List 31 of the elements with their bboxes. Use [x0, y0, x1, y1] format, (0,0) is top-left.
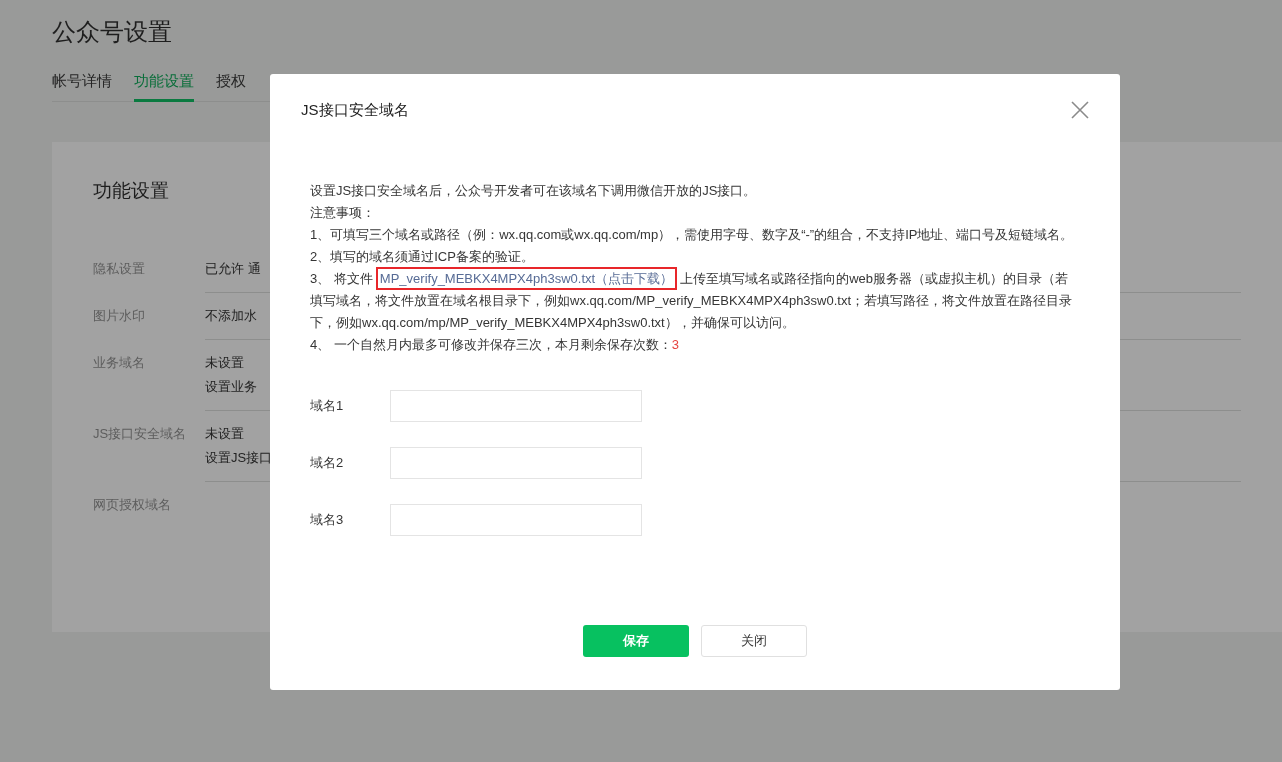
notes-heading: 注意事项：	[310, 204, 376, 222]
note-text: 4、 一个自然月内最多可修改并保存三次，本月剩余保存次数：3	[310, 336, 681, 354]
domain-input[interactable]	[390, 447, 642, 479]
setting-value: 不添加水	[205, 307, 257, 325]
setting-value: 未设置	[205, 354, 244, 372]
note-text: 3、 将文件 MP_verify_MEBKX4MPX4ph3sw0.txt（点击下载） 上传至填写域名或路径指向的web服务器（或虚拟主机）的目录（若填写域名，将文件放置在域名根目录下，例如wx.qq.com/MP_verify_MEBKX4MPX4ph3sw0.txt；若填写路径，将文件放置在路径目录下，例如wx.qq.com/mp/MP_verify_MEBKX4MPX4ph3sw0.txt），并确保可以访问。	[310, 268, 1080, 334]
tab[interactable]: 帐号详情	[52, 72, 112, 102]
setting-value: 已允许 通	[205, 260, 261, 278]
setting-label: 网页授权域名	[93, 496, 171, 514]
setting-label: JS接口安全域名	[93, 425, 187, 443]
domain-input[interactable]	[390, 390, 642, 422]
page-title: 公众号设置	[52, 17, 173, 47]
tab[interactable]: 授权	[216, 72, 246, 102]
note-text: 1、可填写三个域名或路径（例：wx.qq.com或wx.qq.com/mp），需使用字母、数字及“-”的组合，不支持IP地址、端口号及短链域名。	[310, 226, 1075, 244]
setting-value: 设置业务	[205, 378, 257, 396]
setting-label: 隐私设置	[93, 260, 145, 278]
close-icon[interactable]	[1070, 100, 1090, 120]
intro-text: 设置JS接口安全域名后，公众号开发者可在该域名下调用微信开放的JS接口。	[310, 182, 758, 200]
close-button[interactable]: 关闭	[701, 625, 807, 657]
note-text: 2、填写的域名须通过ICP备案的验证。	[310, 248, 535, 266]
field-label: 域名1	[310, 397, 345, 415]
field-label: 域名3	[310, 511, 345, 529]
card-title: 功能设置	[93, 179, 169, 203]
setting-value: 未设置	[205, 425, 244, 443]
dialog-title: JS接口安全域名	[301, 100, 409, 120]
domain-input[interactable]	[390, 504, 642, 536]
setting-value: 设置JS接口	[205, 449, 273, 467]
setting-label: 业务域名	[93, 354, 145, 372]
download-link[interactable]: MP_verify_MEBKX4MPX4ph3sw0.txt（点击下载）	[375, 267, 678, 290]
field-label: 域名2	[310, 454, 345, 472]
setting-label: 图片水印	[93, 307, 145, 325]
